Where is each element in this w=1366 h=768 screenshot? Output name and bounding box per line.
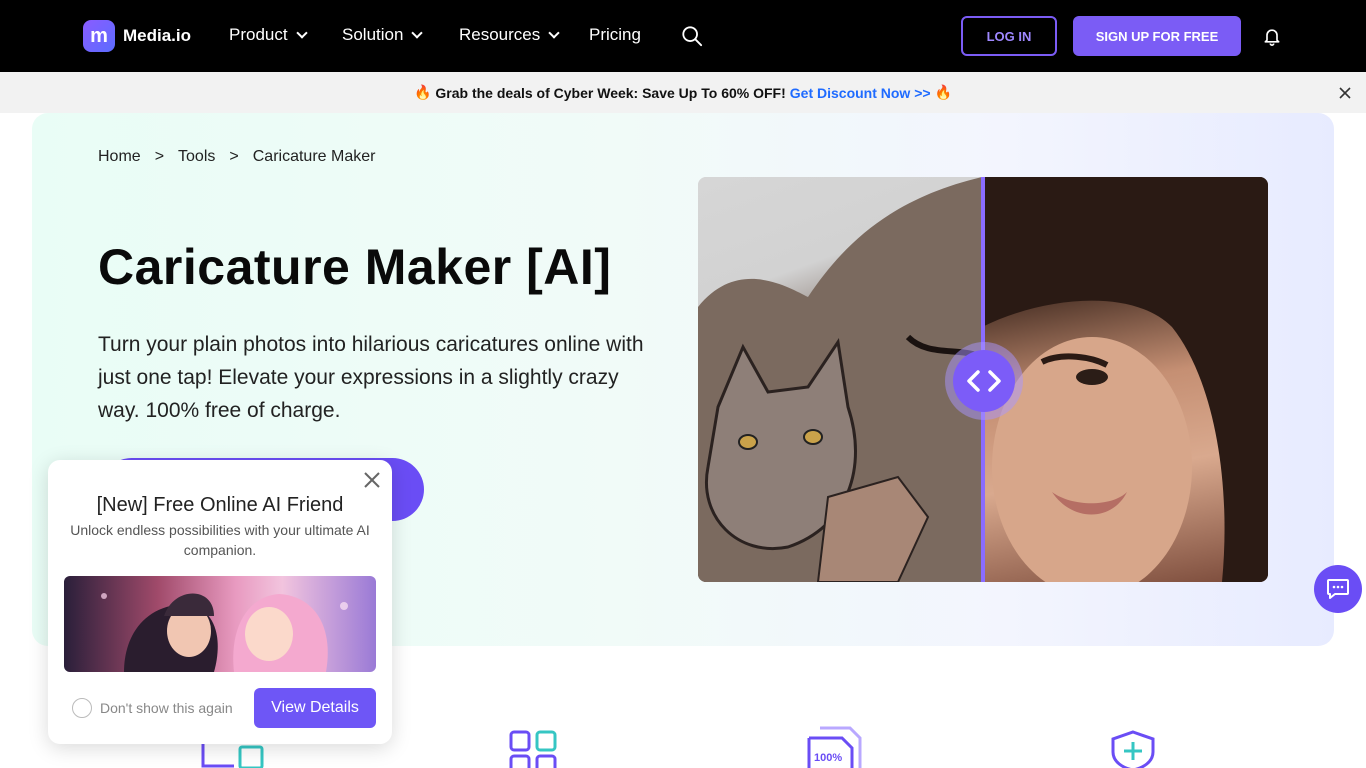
nav-pricing-label: Pricing	[589, 25, 641, 44]
signup-button[interactable]: SIGN UP FOR FREE	[1073, 16, 1241, 56]
nav-product[interactable]: Product	[229, 25, 308, 45]
promo-link[interactable]: Get Discount Now >>	[790, 85, 931, 101]
anime-couple-illustration-icon	[101, 593, 348, 672]
login-button[interactable]: LOG IN	[961, 16, 1057, 56]
file-quality-feature-icon: 100%	[806, 726, 866, 768]
view-details-button[interactable]: View Details	[254, 688, 376, 728]
original-photo-image	[982, 177, 1268, 582]
search-icon[interactable]	[681, 25, 703, 47]
bell-icon[interactable]	[1262, 26, 1282, 46]
popup-title: [New] Free Online AI Friend	[96, 494, 344, 516]
close-icon[interactable]	[1338, 86, 1352, 100]
promo-text: Grab the deals of Cyber Week: Save Up To…	[435, 84, 786, 101]
caricature-result-image	[698, 177, 984, 582]
chevron-down-icon	[295, 26, 308, 39]
nav-pricing[interactable]: Pricing	[589, 25, 641, 45]
top-navbar: m Media.io Product Solution Resources Pr…	[0, 0, 1366, 72]
code-arrows-icon	[967, 370, 1001, 392]
brand-name: Media.io	[123, 26, 192, 45]
media-io-logo-icon: m	[83, 20, 115, 52]
breadcrumb-separator: >	[229, 148, 239, 165]
breadcrumb-separator: >	[154, 148, 165, 165]
page-title: Caricature Maker [AI]	[98, 239, 612, 295]
grid-apps-feature-icon	[509, 730, 557, 768]
breadcrumb: Home > Tools > Caricature Maker	[98, 148, 375, 166]
breadcrumb-tools[interactable]: Tools	[178, 148, 215, 166]
chevron-down-icon	[411, 26, 424, 39]
nav-solution[interactable]: Solution	[342, 25, 424, 45]
ai-friend-banner-image	[64, 576, 376, 672]
portrait-photo-icon	[982, 177, 1268, 582]
breadcrumb-current: Caricature Maker	[252, 148, 376, 165]
nav-product-label: Product	[229, 25, 288, 44]
close-icon[interactable]	[362, 470, 382, 490]
chat-support-button[interactable]	[1314, 565, 1362, 613]
flame-icon: 🔥	[413, 84, 432, 100]
breadcrumb-home[interactable]: Home	[98, 148, 141, 166]
popup-subtitle: Unlock endless possibilities with your u…	[70, 522, 370, 558]
nav-resources-label: Resources	[459, 25, 541, 44]
file-quality-badge: 100%	[814, 752, 843, 764]
flame-icon: 🔥	[934, 84, 953, 100]
brand-logo[interactable]: m Media.io	[83, 20, 191, 52]
cat-caricature-icon	[698, 177, 984, 582]
chat-bubble-icon	[1327, 579, 1349, 599]
promo-banner: 🔥 Grab the deals of Cyber Week: Save Up …	[0, 72, 1366, 113]
compare-slider-handle[interactable]	[953, 350, 1015, 412]
dont-show-again-label: Don't show this again	[100, 700, 233, 716]
dont-show-again-checkbox[interactable]	[72, 698, 92, 718]
nav-resources[interactable]: Resources	[459, 25, 560, 45]
nav-solution-label: Solution	[342, 25, 404, 44]
hero-description: Turn your plain photos into hilarious ca…	[98, 333, 644, 422]
shield-plus-feature-icon	[1111, 730, 1155, 768]
chevron-down-icon	[548, 26, 560, 39]
